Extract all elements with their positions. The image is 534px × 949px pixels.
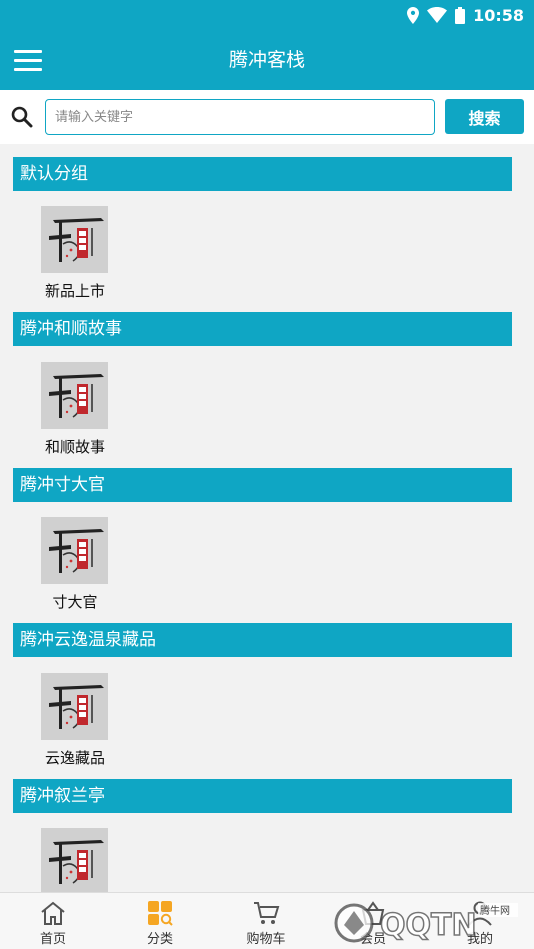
tab-mine-label: 我的 — [466, 932, 493, 947]
tab-mine[interactable]: 我的 — [427, 893, 533, 949]
category-item[interactable]: 寸大官 — [41, 517, 109, 611]
category-item[interactable]: 云逸藏品 — [41, 673, 109, 767]
menu-button[interactable] — [14, 44, 50, 76]
tab-member-label: 会员 — [359, 932, 386, 947]
category-item-label: 新品上市 — [44, 282, 105, 300]
search-icon[interactable] — [10, 105, 34, 129]
status-time: 10:58 — [473, 5, 524, 25]
status-bar: 10:58 — [0, 0, 534, 30]
category-item-label: 寸大官 — [52, 593, 98, 611]
wifi-icon — [427, 7, 448, 23]
inn-logo-image — [41, 517, 108, 584]
category-item-label: 和顺故事 — [44, 438, 105, 456]
group-header: 腾冲和顺故事 — [13, 312, 512, 346]
category-thumbnail[interactable] — [41, 517, 108, 584]
category-item-label: 云逸藏品 — [44, 749, 105, 767]
category-item[interactable]: 新品上市 — [41, 206, 109, 300]
category-thumbnail[interactable] — [41, 673, 108, 740]
category-icon — [148, 901, 173, 926]
search-input[interactable] — [45, 99, 435, 135]
battery-icon — [455, 6, 466, 24]
category-item[interactable]: 和顺故事 — [41, 362, 109, 456]
menu-icon-line — [14, 58, 42, 62]
inn-logo-image — [41, 206, 108, 273]
search-button[interactable]: 搜索 — [445, 99, 524, 134]
category-item[interactable] — [41, 828, 109, 892]
tab-home[interactable]: 首页 — [0, 893, 106, 949]
category-thumbnail[interactable] — [41, 362, 108, 429]
app-bar: 腾冲客栈 — [0, 30, 534, 90]
tab-cart-label: 购物车 — [246, 932, 286, 947]
location-icon — [407, 6, 420, 24]
group-header: 腾冲叙兰亭 — [13, 779, 512, 813]
basket-icon — [361, 901, 385, 925]
category-thumbnail[interactable] — [41, 828, 108, 892]
group-header: 腾冲寸大官 — [13, 468, 512, 502]
tab-home-label: 首页 — [39, 932, 66, 947]
bottom-tab-bar: 首页 分类 购物车 会员 我的 — [0, 892, 534, 949]
inn-logo-image — [41, 362, 108, 429]
user-icon — [468, 901, 492, 926]
tab-member[interactable]: 会员 — [320, 893, 426, 949]
menu-icon-line — [14, 49, 42, 53]
tab-category[interactable]: 分类 — [107, 893, 213, 949]
category-list[interactable]: 默认分组 新品上市 腾冲和顺故事 和顺故事 腾冲寸大官 寸大官 腾冲云逸温泉藏品… — [0, 144, 534, 892]
app-title: 腾冲客栈 — [228, 49, 305, 71]
group-header: 腾冲云逸温泉藏品 — [13, 623, 512, 657]
tab-cart[interactable]: 购物车 — [213, 893, 319, 949]
inn-logo-image — [41, 828, 108, 892]
category-thumbnail[interactable] — [41, 206, 108, 273]
status-icons: 10:58 — [407, 4, 524, 26]
search-bar: 搜索 — [0, 90, 534, 144]
tab-category-label: 分类 — [146, 932, 173, 947]
group-header: 默认分组 — [13, 157, 512, 191]
home-icon — [41, 901, 65, 925]
inn-logo-image — [41, 673, 108, 740]
menu-icon-line — [14, 67, 42, 71]
cart-icon — [254, 902, 280, 924]
